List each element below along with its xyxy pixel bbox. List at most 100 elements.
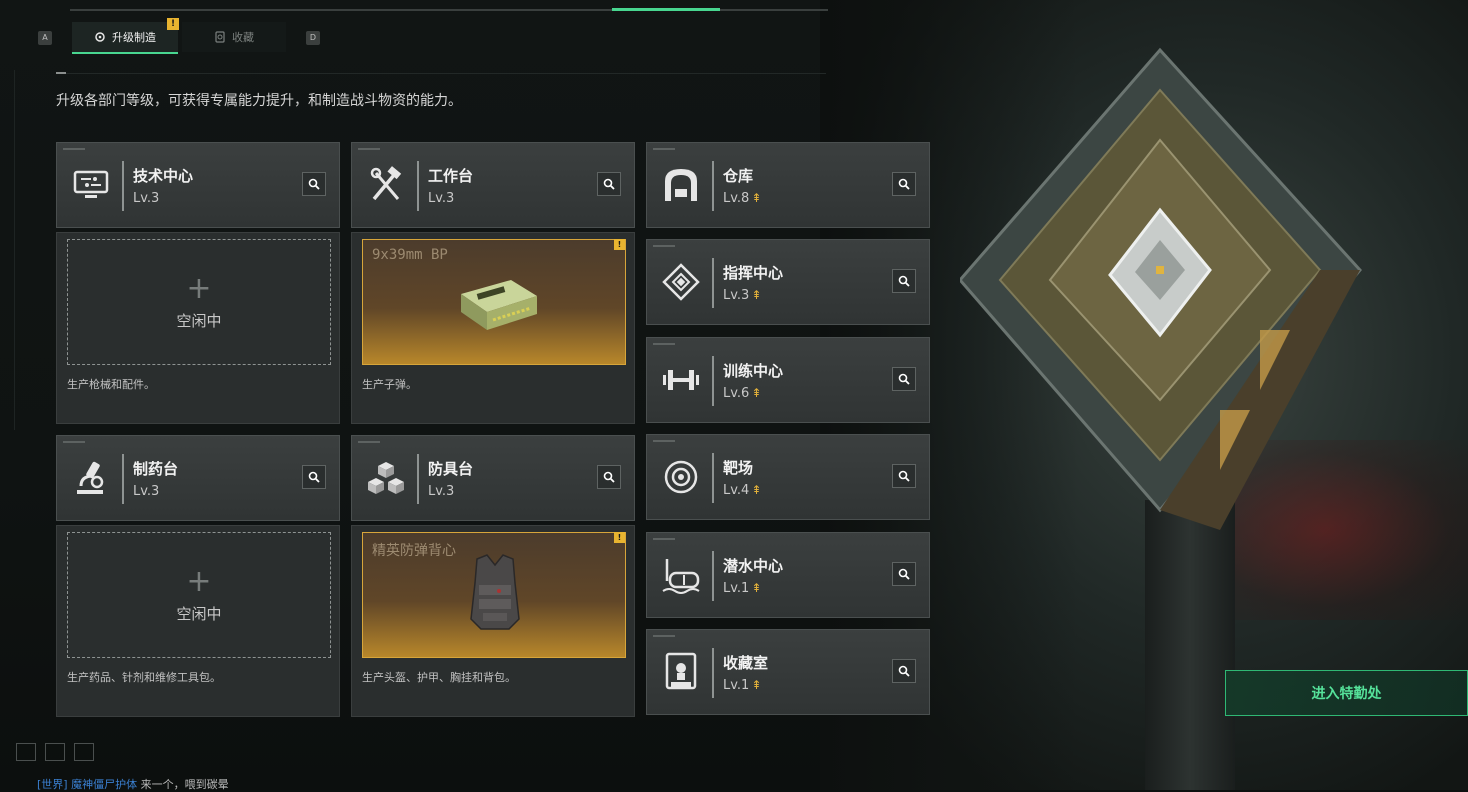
inspect-button[interactable] xyxy=(597,172,621,196)
armor-vest-icon xyxy=(470,554,520,630)
station-level: Lv.3 xyxy=(428,484,455,499)
tab-alert-badge: ! xyxy=(167,18,179,30)
upgrade-arrow-icon: ⇞ xyxy=(751,191,762,205)
dept-level: Lv.8 ⇞ xyxy=(723,191,762,206)
page-subtitle: 升级各部门等级，可获得专属能力提升，和制造战斗物资的能力。 xyxy=(56,93,462,109)
dept-card-command-center[interactable]: 指挥中心 Lv.3 ⇞ xyxy=(646,239,930,325)
dept-name: 仓库 xyxy=(723,167,754,185)
inspect-button[interactable] xyxy=(892,464,916,488)
inspect-button[interactable] xyxy=(892,659,916,683)
search-icon xyxy=(898,470,910,482)
inspect-button[interactable] xyxy=(892,367,916,391)
chat-user[interactable]: 魔神僵尸护体 xyxy=(71,778,137,791)
production-panel-pharmacy: + 空闲中 生产药品、针剂和维修工具包。 xyxy=(56,525,340,717)
station-name: 制药台 xyxy=(133,460,179,478)
dept-card-diving-center[interactable]: 潜水中心 Lv.1 ⇞ xyxy=(646,532,930,618)
dept-card-shooting-range[interactable]: 靶场 Lv.4 ⇞ xyxy=(646,434,930,520)
microscope-icon xyxy=(77,461,104,494)
dept-level: Lv.3 ⇞ xyxy=(723,288,762,303)
production-slot-empty[interactable]: + 空闲中 xyxy=(67,239,331,365)
dumbbell-icon xyxy=(663,370,699,390)
search-icon xyxy=(603,178,615,190)
search-icon xyxy=(898,275,910,287)
slot-status: 空闲中 xyxy=(176,604,222,623)
station-name: 防具台 xyxy=(428,460,474,478)
station-card-armor[interactable]: 防具台 Lv.3 xyxy=(351,435,635,521)
station-card-pharmacy[interactable]: 制药台 Lv.3 xyxy=(56,435,340,521)
command-icon xyxy=(662,263,700,301)
wrench-gear-icon xyxy=(95,32,105,42)
search-icon xyxy=(308,471,320,483)
cubes-icon xyxy=(368,462,404,494)
search-icon xyxy=(898,665,910,677)
production-panel-armor: 精英防弹背心 ! 生产头盔、护甲、胸挂和背包。 xyxy=(351,525,635,717)
key-hint-prev: A xyxy=(38,31,52,45)
production-slot-active[interactable]: 精英防弹背心 ! xyxy=(362,532,626,658)
panel-description: 生产药品、针剂和维修工具包。 xyxy=(67,671,221,684)
tools-icon xyxy=(370,166,402,201)
search-icon xyxy=(898,178,910,190)
station-level: Lv.3 xyxy=(428,191,455,206)
inspect-button[interactable] xyxy=(892,172,916,196)
bottom-toolbar-slot[interactable] xyxy=(74,743,94,761)
divider xyxy=(56,73,826,74)
dept-level: Lv.6 ⇞ xyxy=(723,386,762,401)
tab-collection[interactable]: 收藏 xyxy=(182,22,286,52)
upgrade-arrow-icon: ⇞ xyxy=(751,483,762,497)
search-icon xyxy=(898,373,910,385)
dept-name: 指挥中心 xyxy=(723,264,784,282)
ammo-box-icon xyxy=(461,280,537,330)
dept-card-warehouse[interactable]: 仓库 Lv.8 ⇞ xyxy=(646,142,930,228)
search-icon xyxy=(898,568,910,580)
top-progress-active xyxy=(612,8,720,11)
target-icon xyxy=(664,460,698,494)
station-name: 技术中心 xyxy=(133,167,194,185)
plus-icon: + xyxy=(186,563,212,599)
upgrade-arrow-icon: ⇞ xyxy=(751,288,762,302)
production-slot-empty[interactable]: + 空闲中 xyxy=(67,532,331,658)
dept-name: 潜水中心 xyxy=(723,557,784,575)
inspect-button[interactable] xyxy=(302,465,326,489)
dept-name: 靶场 xyxy=(723,459,754,477)
alert-badge: ! xyxy=(614,532,625,543)
station-level: Lv.3 xyxy=(133,191,160,206)
tab-label: 升级制造 xyxy=(112,31,156,44)
inspect-button[interactable] xyxy=(302,172,326,196)
production-panel-workbench: 9x39mm BP ! 生产子弹。 xyxy=(351,232,635,424)
station-card-tech-center[interactable]: 技术中心 Lv.3 xyxy=(56,142,340,228)
product-name: 9x39mm BP xyxy=(372,247,448,263)
station-level: Lv.3 xyxy=(133,484,160,499)
dept-card-collection-room[interactable]: 收藏室 Lv.1 ⇞ xyxy=(646,629,930,715)
panel-description: 生产头盔、护甲、胸挂和背包。 xyxy=(362,671,516,684)
divider-mark xyxy=(56,72,66,74)
upgrade-arrow-icon: ⇞ xyxy=(751,386,762,400)
upgrade-arrow-icon: ⇞ xyxy=(751,581,762,595)
chat-message: 来一个，喂到碳晕 xyxy=(140,778,229,791)
tab-upgrade-craft[interactable]: 升级制造 xyxy=(72,22,178,54)
inspect-button[interactable] xyxy=(892,269,916,293)
dept-name: 训练中心 xyxy=(723,362,784,380)
slot-status: 空闲中 xyxy=(176,311,222,330)
bottom-toolbar-slot[interactable] xyxy=(16,743,36,761)
production-panel-tech-center: + 空闲中 生产枪械和配件。 xyxy=(56,232,340,424)
upgrade-arrow-icon: ⇞ xyxy=(751,678,762,692)
production-slot-active[interactable]: 9x39mm BP ! xyxy=(362,239,626,365)
diving-mask-icon xyxy=(662,559,700,594)
product-name: 精英防弹背心 xyxy=(372,543,456,559)
station-name: 工作台 xyxy=(428,167,474,185)
dept-level: Lv.4 ⇞ xyxy=(723,483,762,498)
dept-level: Lv.1 ⇞ xyxy=(723,581,762,596)
inspect-button[interactable] xyxy=(892,562,916,586)
display-case-icon xyxy=(665,652,697,690)
inspect-button[interactable] xyxy=(597,465,621,489)
tab-label: 收藏 xyxy=(232,31,254,44)
chat-channel: [世界] xyxy=(37,778,68,791)
collection-icon xyxy=(215,31,225,43)
enter-special-ops-button[interactable]: 进入特勤处 xyxy=(1225,670,1468,716)
dept-card-training-center[interactable]: 训练中心 Lv.6 ⇞ xyxy=(646,337,930,423)
edge-line xyxy=(14,70,15,430)
station-card-workbench[interactable]: 工作台 Lv.3 xyxy=(351,142,635,228)
bottom-toolbar-slot[interactable] xyxy=(45,743,65,761)
warehouse-icon xyxy=(665,169,697,201)
dept-level: Lv.1 ⇞ xyxy=(723,678,762,693)
